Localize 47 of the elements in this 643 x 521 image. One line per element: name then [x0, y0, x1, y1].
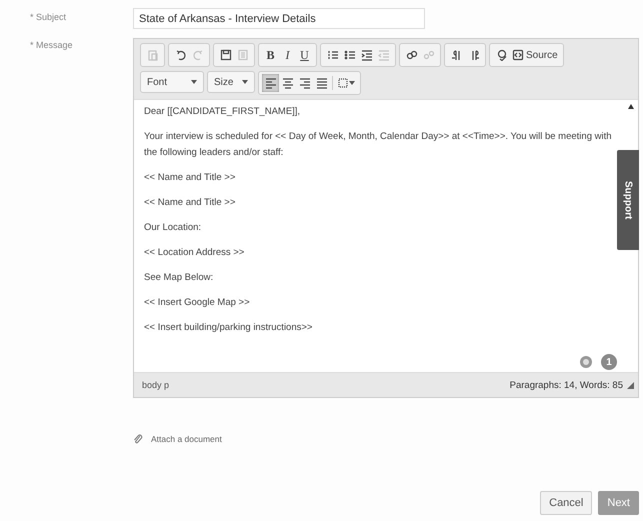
paragraph: Dear [[CANDIDATE_FIRST_NAME]], [144, 105, 302, 119]
paragraph: Your interview is scheduled for << Day of Week, Month, Calendar Day>> at <<Time>>. You will be meeting with the following leaders and/or staff: [144, 130, 613, 160]
undo-icon [174, 49, 186, 61]
document-icon [236, 49, 248, 61]
paragraph: See Map Below: [144, 271, 214, 285]
paragraph: << Insert building/parking instructions>> [144, 321, 314, 335]
attach-link[interactable]: Attach a document [133, 434, 222, 444]
align-right-icon [298, 77, 310, 89]
cancel-button[interactable]: Cancel [540, 491, 592, 515]
grid-icon [337, 77, 349, 89]
bold-button[interactable]: B [262, 46, 279, 64]
outdent-icon [378, 49, 390, 61]
resize-handle-icon[interactable] [627, 382, 634, 388]
subject-label: * Subject [29, 11, 68, 22]
indent-icon [360, 49, 372, 61]
caret-icon [349, 81, 355, 85]
subject-field[interactable]: State of Arkansas - Interview Details [133, 8, 425, 29]
paragraph: << Insert Google Map >> [144, 296, 251, 310]
caret-icon [191, 80, 197, 84]
support-tab[interactable]: Support [617, 150, 639, 250]
paperclip-icon [133, 434, 143, 444]
align-left-icon [264, 77, 276, 89]
italic-button[interactable]: I [279, 46, 296, 64]
caret-icon [242, 80, 248, 84]
unlink-icon [422, 49, 434, 61]
size-dropdown[interactable]: Size [207, 71, 255, 93]
numbered-list-icon [326, 49, 338, 61]
message-label: * Message [29, 39, 74, 50]
align-button[interactable] [262, 74, 279, 92]
scroll-up-icon[interactable] [628, 104, 634, 109]
underline-button[interactable]: U [296, 46, 313, 64]
paragraph: << Name and Title >> [144, 171, 236, 185]
font-dropdown[interactable]: Font [140, 71, 204, 93]
bulleted-list-icon [344, 49, 356, 61]
word-count: Paragraphs: 14, Words: 85 [510, 380, 623, 390]
link-icon [406, 49, 418, 61]
paragraph-left-icon [450, 49, 462, 61]
code-icon [512, 49, 524, 61]
align-justify-icon [316, 77, 328, 89]
paste-icon [146, 49, 158, 61]
source-button[interactable]: Source [510, 46, 560, 64]
paragraph: << Location Address >> [144, 246, 246, 260]
align-center-icon [282, 77, 294, 89]
paragraph: << Name and Title >> [144, 196, 236, 210]
paragraph: Our Location: [144, 221, 202, 235]
redo-icon [192, 49, 204, 61]
element-path: body p [142, 380, 170, 390]
